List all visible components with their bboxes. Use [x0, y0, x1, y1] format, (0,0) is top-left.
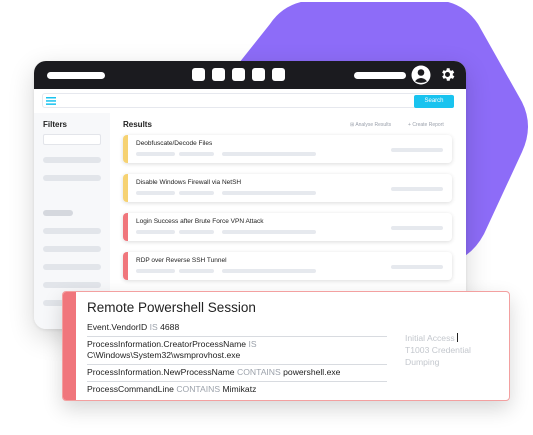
rule-condition: Event.VendorID IS 4688 [87, 322, 180, 332]
severity-indicator [123, 135, 128, 163]
divider [87, 336, 387, 337]
result-title: Deobfuscate/Decode Files [136, 140, 213, 147]
result-card[interactable]: RDP over Reverse SSH Tunnel [123, 252, 452, 280]
filter-option[interactable] [43, 246, 101, 252]
filter-option[interactable] [43, 228, 101, 234]
filter-option[interactable] [43, 282, 101, 288]
search-button[interactable]: Search [414, 95, 454, 108]
severity-indicator [123, 174, 128, 202]
severity-indicator [123, 213, 128, 241]
rule-condition: ProcessCommandLine CONTAINS Mimikatz [87, 384, 257, 394]
result-title: Disable Windows Firewall via NetSH [136, 179, 242, 186]
filter-option[interactable] [43, 175, 101, 181]
result-card[interactable]: Deobfuscate/Decode Files [123, 135, 452, 163]
rule-condition: ProcessInformation.CreatorProcessName IS… [87, 339, 257, 360]
results-title: Results [123, 120, 152, 129]
rule-title: Remote Powershell Session [87, 300, 256, 315]
filter-option[interactable] [43, 264, 101, 270]
search-input[interactable] [42, 93, 452, 108]
result-title: RDP over Reverse SSH Tunnel [136, 257, 227, 264]
toolbar-square-2[interactable] [212, 68, 225, 81]
analyse-results-link[interactable]: ⊞ Analyse Results [350, 122, 391, 128]
divider [87, 381, 387, 382]
hamburger-menu-icon[interactable] [46, 97, 56, 105]
toolbar-square-5[interactable] [272, 68, 285, 81]
user-avatar-icon[interactable] [411, 65, 431, 85]
severity-indicator [123, 252, 128, 280]
toolbar-square-3[interactable] [232, 68, 245, 81]
rule-detail-card[interactable]: Remote Powershell Session Event.VendorID… [62, 291, 510, 401]
filter-group-heading [43, 210, 73, 216]
text-cursor [456, 333, 458, 342]
filters-title: Filters [43, 120, 68, 129]
result-card[interactable]: Login Success after Brute Force VPN Atta… [123, 213, 452, 241]
app-window: Search Filters Results ⊞ Analyse Results… [34, 61, 466, 329]
severity-indicator [63, 292, 76, 400]
rule-condition: ProcessInformation.NewProcessName CONTAI… [87, 367, 341, 377]
create-report-link[interactable]: + Create Report [408, 122, 444, 128]
toolbar-square-4[interactable] [252, 68, 265, 81]
result-card[interactable]: Disable Windows Firewall via NetSH [123, 174, 452, 202]
mitre-tags: Initial Access T1003 Credential Dumping [405, 332, 471, 368]
toolbar-square-1[interactable] [192, 68, 205, 81]
app-name-placeholder [47, 72, 105, 79]
tag-credential: T1003 Credential [405, 345, 471, 355]
filter-option[interactable] [43, 157, 101, 163]
filter-search-input[interactable] [43, 134, 101, 145]
username-placeholder [354, 72, 406, 79]
result-title: Login Success after Brute Force VPN Atta… [136, 218, 264, 225]
title-bar [34, 61, 466, 89]
tag-dumping: Dumping [405, 357, 440, 367]
gear-icon[interactable] [439, 66, 456, 83]
tag-initial-access: Initial Access [405, 333, 455, 343]
divider [87, 364, 387, 365]
